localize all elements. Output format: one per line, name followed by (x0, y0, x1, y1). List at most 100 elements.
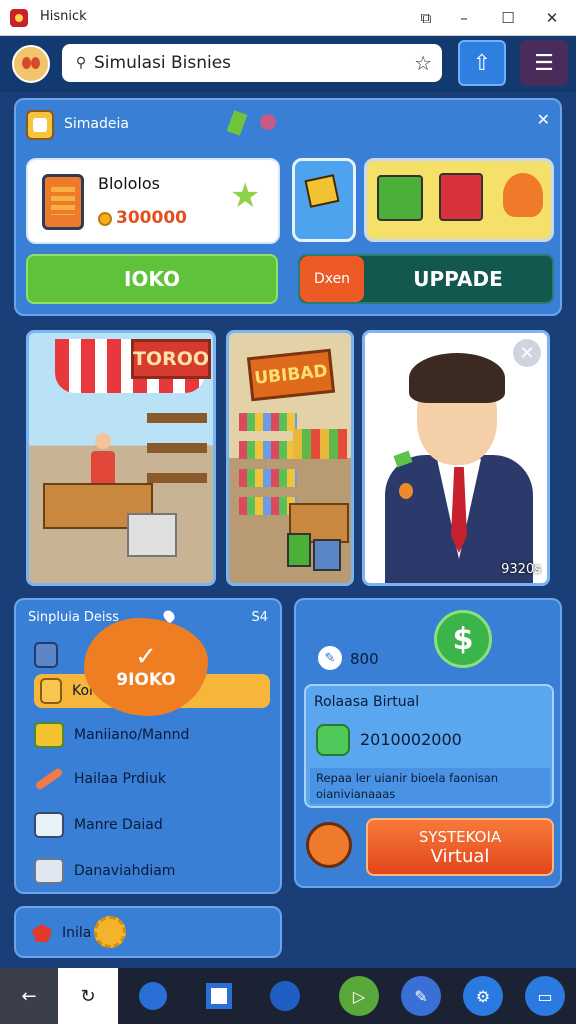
virtual-system-button[interactable]: SYSTEKOIA Virtual (366, 818, 554, 876)
menu-close[interactable]: S4 (251, 610, 268, 625)
jar-shelf (239, 441, 297, 459)
star-icon[interactable]: ☆ (414, 51, 432, 75)
blue-crate (313, 539, 341, 571)
star-icon: ★ (230, 176, 261, 216)
close-icon[interactable]: ✕ (513, 339, 541, 367)
close-button[interactable]: ✕ (540, 6, 564, 30)
green-box-icon (377, 175, 423, 221)
edit-icon[interactable]: ✎ (318, 646, 342, 670)
panel-title: Simadeia (64, 116, 129, 132)
shelf (147, 413, 207, 423)
menu-item-label: Danaviahdiam (74, 863, 176, 879)
report-icon (34, 812, 64, 838)
simulation-panel: Simadeia ✕ Blololos 300000 ★ IOKO Dxen U… (14, 98, 562, 316)
menu-item-label: Hailaa Prdiuk (74, 771, 166, 787)
virtual-button-line1: SYSTEKOIA (418, 827, 502, 846)
menu-item-products[interactable]: Hailaa Prdiuk (34, 762, 270, 796)
gem-icon (32, 924, 52, 942)
taskbar-app-play[interactable]: ▷ (330, 968, 388, 1024)
toolbox-icon (439, 173, 483, 221)
device-icon (34, 642, 58, 668)
wallet-icon (316, 724, 350, 756)
virtual-button-line2: Virtual (430, 845, 490, 867)
dollar-icon[interactable]: $ (434, 610, 492, 668)
minimize-button[interactable]: – (452, 6, 476, 30)
score-value: 800 (350, 650, 379, 668)
taskbar-app-store[interactable] (256, 968, 314, 1024)
store-icon (270, 981, 300, 1011)
window-icon (206, 983, 232, 1009)
taskbar-app-window[interactable] (190, 968, 248, 1024)
taskbar-chat[interactable]: ▭ (516, 968, 574, 1024)
jar-shelf (239, 413, 297, 431)
shelf (147, 473, 207, 483)
document-card[interactable] (292, 158, 356, 242)
search-input[interactable]: ⚲ Simulasi Bisnies ☆ (62, 44, 442, 82)
settings-icon: ⚙ (463, 976, 503, 1016)
menu-item-dashboard[interactable]: Danaviahdiam (34, 854, 270, 888)
finance-panel: ✎ 800 $ Rolaasa Birtual 2010002000 Repaa… (294, 598, 562, 888)
database-icon (40, 678, 62, 704)
search-text: Simulasi Bisnies (94, 53, 232, 73)
box-icon (34, 722, 64, 748)
window-titlebar: Hisnick ⧉ – ☐ ✕ (0, 0, 576, 36)
shelf (147, 443, 207, 453)
package-icon (34, 858, 64, 884)
balance-card[interactable]: Blololos 300000 ★ (26, 158, 280, 244)
flame-icon (399, 483, 413, 499)
lightning-icon (226, 110, 248, 136)
refresh-button[interactable]: ↻ (58, 968, 118, 1024)
exit-button[interactable]: Dxen (300, 256, 364, 302)
menu-icon: ☰ (534, 50, 554, 76)
produce-crate (127, 513, 177, 557)
store-sign: TOROO (131, 339, 211, 379)
menu-item-management[interactable]: Maniiano/Mannd (34, 718, 270, 752)
badge-text: 9IOKO (116, 670, 176, 690)
menu-item-data[interactable]: Manre Daiad (34, 808, 270, 842)
pencil-icon (34, 767, 64, 791)
document-icon (304, 174, 340, 208)
chat-icon: ▭ (525, 976, 565, 1016)
bottom-label: Inila (62, 925, 92, 941)
image-counter: 9320s (501, 562, 541, 577)
businessman-image[interactable]: ✕ 9320s (362, 330, 550, 586)
menu-title: Sinpluia Deiss (28, 610, 120, 625)
taskbar-settings[interactable]: ⚙ (454, 968, 512, 1024)
share-icon: ⇧ (472, 50, 492, 76)
hair (409, 353, 505, 403)
store-scene-image[interactable]: TOROO (26, 330, 216, 586)
green-crate (287, 533, 311, 567)
app-icon (10, 9, 28, 27)
back-icon: ← (21, 985, 37, 1007)
virtual-balance-value: 2010002000 (360, 730, 462, 749)
share-button[interactable]: ⇧ (458, 40, 506, 86)
balloon-icon (260, 114, 276, 130)
taskbar-app-draw[interactable]: ✎ (392, 968, 450, 1024)
upgrade-button[interactable]: UPPADE (364, 256, 552, 302)
close-icon[interactable]: ✕ (537, 110, 550, 129)
stall-awning (293, 429, 347, 459)
pen-icon: ✎ (401, 976, 441, 1016)
bottom-panel[interactable]: Inila (14, 906, 282, 958)
virtual-balance-title: Rolaasa Birtual (314, 694, 420, 710)
maximize-button[interactable]: ☐ (496, 6, 520, 30)
back-button[interactable]: ← (0, 968, 58, 1024)
trophy-icon (503, 173, 543, 217)
search-icon: ⚲ (75, 55, 87, 71)
phone-icon (42, 174, 84, 230)
menu-button[interactable]: ☰ (520, 40, 568, 86)
taskbar-app-browser[interactable] (124, 968, 182, 1024)
coin-icon (98, 212, 112, 226)
shop-items-card[interactable] (364, 158, 554, 242)
virtual-balance-card: Rolaasa Birtual 2010002000 Repaa ler uia… (304, 684, 554, 808)
avatar[interactable] (12, 45, 50, 83)
menu-item-label: Manre Daiad (74, 817, 163, 833)
browser-icon (139, 982, 167, 1010)
ok-button[interactable]: IOKO (26, 254, 278, 304)
stall-scene-image[interactable]: UBIBAD (226, 330, 354, 586)
balance-value: 300000 (116, 208, 187, 228)
screenshot-icon[interactable]: ⧉ (414, 6, 438, 30)
robot-arm-icon (306, 822, 352, 868)
gear-icon[interactable] (94, 916, 126, 948)
refresh-icon: ↻ (80, 985, 96, 1007)
